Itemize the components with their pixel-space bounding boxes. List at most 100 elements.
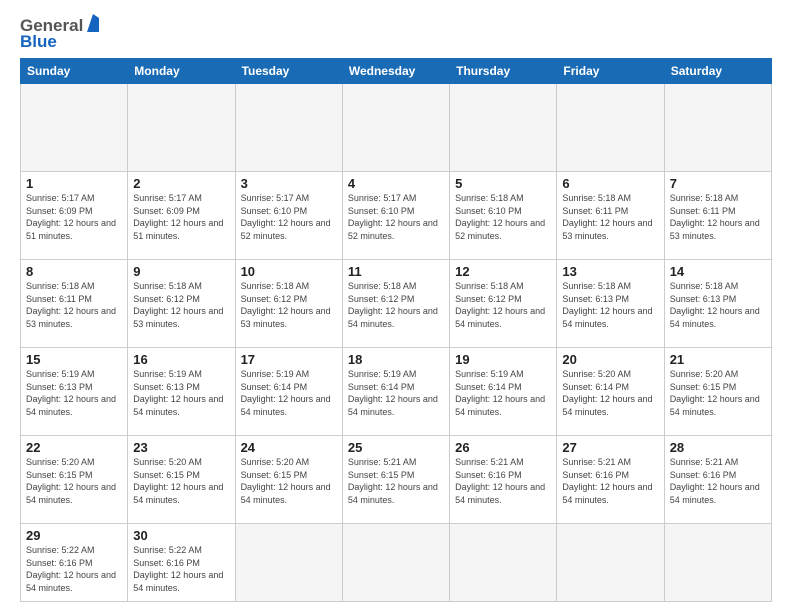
day-info: Sunrise: 5:21 AMSunset: 6:16 PMDaylight:… [562, 456, 658, 506]
table-row: 14Sunrise: 5:18 AMSunset: 6:13 PMDayligh… [664, 260, 771, 348]
page: General Blue Sunday Monday Tuesday Wedne… [0, 0, 792, 612]
table-row: 21Sunrise: 5:20 AMSunset: 6:15 PMDayligh… [664, 348, 771, 436]
day-info: Sunrise: 5:19 AMSunset: 6:13 PMDaylight:… [26, 368, 122, 418]
day-info: Sunrise: 5:18 AMSunset: 6:11 PMDaylight:… [26, 280, 122, 330]
table-row: 27Sunrise: 5:21 AMSunset: 6:16 PMDayligh… [557, 436, 664, 524]
col-saturday: Saturday [664, 59, 771, 84]
day-number: 5 [455, 176, 551, 191]
table-row: 29Sunrise: 5:22 AMSunset: 6:16 PMDayligh… [21, 524, 128, 602]
table-row: 15Sunrise: 5:19 AMSunset: 6:13 PMDayligh… [21, 348, 128, 436]
day-number: 24 [241, 440, 337, 455]
calendar-week-row: 15Sunrise: 5:19 AMSunset: 6:13 PMDayligh… [21, 348, 772, 436]
table-row: 10Sunrise: 5:18 AMSunset: 6:12 PMDayligh… [235, 260, 342, 348]
day-info: Sunrise: 5:18 AMSunset: 6:11 PMDaylight:… [562, 192, 658, 242]
calendar-week-row [21, 84, 772, 172]
table-row: 23Sunrise: 5:20 AMSunset: 6:15 PMDayligh… [128, 436, 235, 524]
day-number: 18 [348, 352, 444, 367]
day-info: Sunrise: 5:18 AMSunset: 6:13 PMDaylight:… [562, 280, 658, 330]
calendar-week-row: 1 Sunrise: 5:17 AMSunset: 6:09 PMDaylight… [21, 172, 772, 260]
day-info: Sunrise: 5:19 AMSunset: 6:13 PMDaylight:… [133, 368, 229, 418]
calendar-table: Sunday Monday Tuesday Wednesday Thursday… [20, 58, 772, 602]
table-row: 3Sunrise: 5:17 AMSunset: 6:10 PMDaylight… [235, 172, 342, 260]
day-info: Sunrise: 5:22 AMSunset: 6:16 PMDaylight:… [133, 544, 229, 594]
header: General Blue [20, 16, 772, 52]
day-number: 20 [562, 352, 658, 367]
day-number: 30 [133, 528, 229, 543]
table-row [450, 84, 557, 172]
day-number: 12 [455, 264, 551, 279]
day-number: 7 [670, 176, 766, 191]
table-row: 25Sunrise: 5:21 AMSunset: 6:15 PMDayligh… [342, 436, 449, 524]
table-row: 9Sunrise: 5:18 AMSunset: 6:12 PMDaylight… [128, 260, 235, 348]
day-number: 22 [26, 440, 122, 455]
day-number: 3 [241, 176, 337, 191]
calendar-week-row: 8Sunrise: 5:18 AMSunset: 6:11 PMDaylight… [21, 260, 772, 348]
day-number: 13 [562, 264, 658, 279]
logo-blue-text: Blue [20, 32, 57, 52]
table-row: 28Sunrise: 5:21 AMSunset: 6:16 PMDayligh… [664, 436, 771, 524]
col-wednesday: Wednesday [342, 59, 449, 84]
day-info: Sunrise: 5:17 AMSunset: 6:09 PMDaylight:… [133, 192, 229, 242]
day-number: 25 [348, 440, 444, 455]
day-info: Sunrise: 5:18 AMSunset: 6:12 PMDaylight:… [241, 280, 337, 330]
day-info: Sunrise: 5:19 AMSunset: 6:14 PMDaylight:… [455, 368, 551, 418]
table-row [342, 84, 449, 172]
day-number: 8 [26, 264, 122, 279]
col-thursday: Thursday [450, 59, 557, 84]
table-row [557, 524, 664, 602]
day-info: Sunrise: 5:20 AMSunset: 6:15 PMDaylight:… [670, 368, 766, 418]
day-number: 6 [562, 176, 658, 191]
day-number: 23 [133, 440, 229, 455]
table-row [21, 84, 128, 172]
table-row [342, 524, 449, 602]
col-monday: Monday [128, 59, 235, 84]
calendar-week-row: 22Sunrise: 5:20 AMSunset: 6:15 PMDayligh… [21, 436, 772, 524]
col-sunday: Sunday [21, 59, 128, 84]
table-row: 5Sunrise: 5:18 AMSunset: 6:10 PMDaylight… [450, 172, 557, 260]
logo-icon [85, 14, 101, 34]
day-info: Sunrise: 5:19 AMSunset: 6:14 PMDaylight:… [348, 368, 444, 418]
day-number: 15 [26, 352, 122, 367]
day-number: 14 [670, 264, 766, 279]
table-row: 30Sunrise: 5:22 AMSunset: 6:16 PMDayligh… [128, 524, 235, 602]
day-number: 11 [348, 264, 444, 279]
table-row: 18Sunrise: 5:19 AMSunset: 6:14 PMDayligh… [342, 348, 449, 436]
day-number: 29 [26, 528, 122, 543]
day-info: Sunrise: 5:22 AMSunset: 6:16 PMDaylight:… [26, 544, 122, 594]
table-row: 8Sunrise: 5:18 AMSunset: 6:11 PMDaylight… [21, 260, 128, 348]
table-row [235, 524, 342, 602]
day-info: Sunrise: 5:18 AMSunset: 6:10 PMDaylight:… [455, 192, 551, 242]
day-number: 1 [26, 176, 122, 191]
day-number: 19 [455, 352, 551, 367]
day-number: 2 [133, 176, 229, 191]
day-info: Sunrise: 5:20 AMSunset: 6:15 PMDaylight:… [26, 456, 122, 506]
table-row: 6Sunrise: 5:18 AMSunset: 6:11 PMDaylight… [557, 172, 664, 260]
table-row: 19Sunrise: 5:19 AMSunset: 6:14 PMDayligh… [450, 348, 557, 436]
table-row: 16Sunrise: 5:19 AMSunset: 6:13 PMDayligh… [128, 348, 235, 436]
day-info: Sunrise: 5:18 AMSunset: 6:11 PMDaylight:… [670, 192, 766, 242]
day-number: 28 [670, 440, 766, 455]
table-row: 12Sunrise: 5:18 AMSunset: 6:12 PMDayligh… [450, 260, 557, 348]
calendar-header-row: Sunday Monday Tuesday Wednesday Thursday… [21, 59, 772, 84]
col-tuesday: Tuesday [235, 59, 342, 84]
table-row: 24Sunrise: 5:20 AMSunset: 6:15 PMDayligh… [235, 436, 342, 524]
table-row [664, 84, 771, 172]
day-info: Sunrise: 5:18 AMSunset: 6:12 PMDaylight:… [348, 280, 444, 330]
day-number: 26 [455, 440, 551, 455]
table-row: 2Sunrise: 5:17 AMSunset: 6:09 PMDaylight… [128, 172, 235, 260]
day-info: Sunrise: 5:21 AMSunset: 6:16 PMDaylight:… [670, 456, 766, 506]
day-number: 17 [241, 352, 337, 367]
day-number: 10 [241, 264, 337, 279]
table-row: 13Sunrise: 5:18 AMSunset: 6:13 PMDayligh… [557, 260, 664, 348]
day-info: Sunrise: 5:21 AMSunset: 6:16 PMDaylight:… [455, 456, 551, 506]
table-row [450, 524, 557, 602]
day-info: Sunrise: 5:17 AMSunset: 6:10 PMDaylight:… [241, 192, 337, 242]
day-number: 27 [562, 440, 658, 455]
table-row: 1Sunrise: 5:17 AMSunset: 6:09 PMDaylight… [21, 172, 128, 260]
day-number: 4 [348, 176, 444, 191]
day-info: Sunrise: 5:21 AMSunset: 6:15 PMDaylight:… [348, 456, 444, 506]
logo: General Blue [20, 16, 101, 52]
table-row: 17Sunrise: 5:19 AMSunset: 6:14 PMDayligh… [235, 348, 342, 436]
table-row [235, 84, 342, 172]
day-number: 9 [133, 264, 229, 279]
